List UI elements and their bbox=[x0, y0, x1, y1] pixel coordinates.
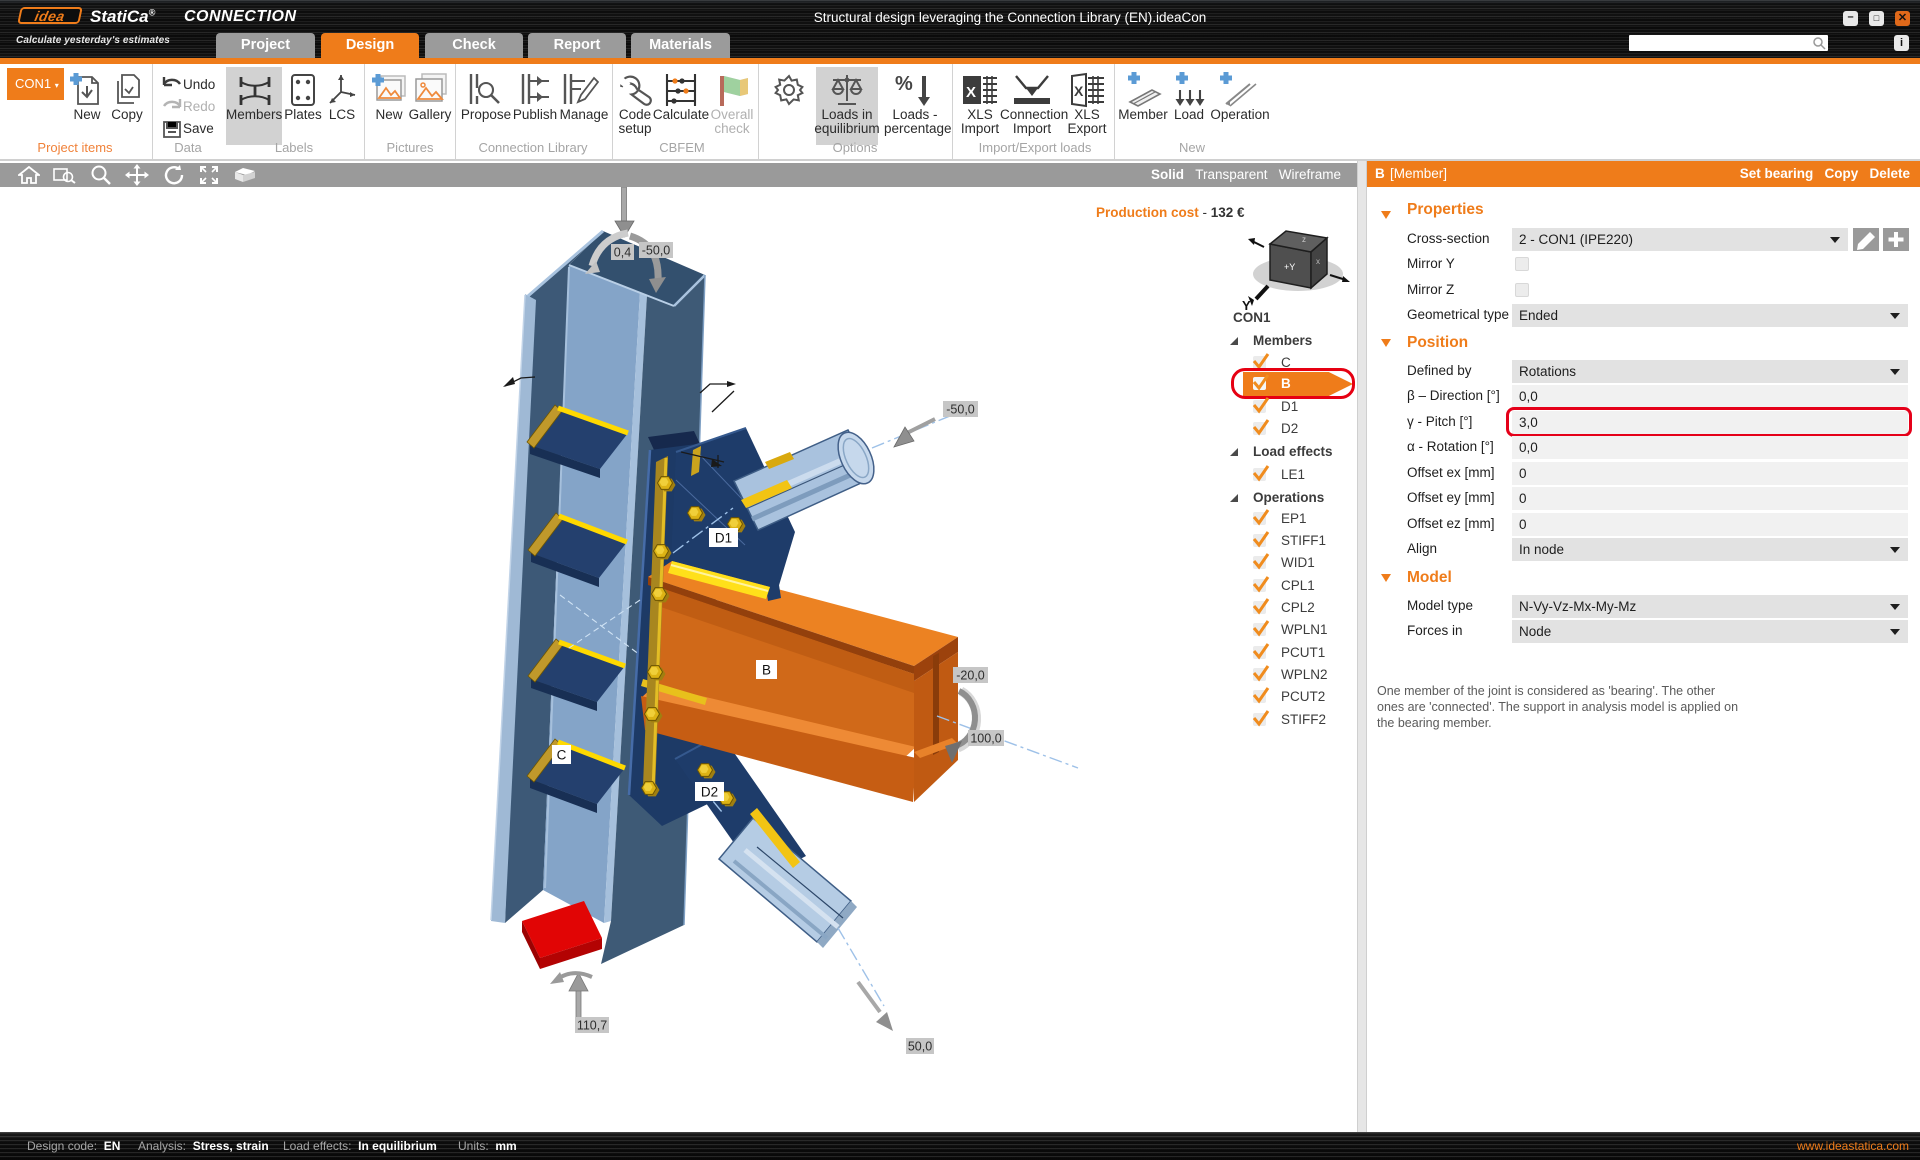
svg-text:%: % bbox=[895, 73, 913, 95]
svg-text:D2: D2 bbox=[701, 785, 718, 800]
svg-text:50,0: 50,0 bbox=[908, 1040, 932, 1054]
svg-text:X: X bbox=[966, 84, 976, 101]
svg-text:z: z bbox=[1302, 235, 1306, 244]
svg-text:X: X bbox=[1074, 83, 1084, 99]
svg-text:0,4: 0,4 bbox=[614, 246, 631, 260]
svg-text:-50,0: -50,0 bbox=[642, 244, 671, 258]
svg-text:x: x bbox=[1316, 257, 1320, 266]
svg-text:B: B bbox=[762, 663, 771, 678]
svg-text:-50,0: -50,0 bbox=[946, 403, 975, 417]
svg-text:+Y: +Y bbox=[1284, 262, 1295, 272]
svg-text:-20,0: -20,0 bbox=[956, 669, 985, 683]
svg-text:C: C bbox=[557, 748, 567, 763]
svg-text:100,0: 100,0 bbox=[970, 732, 1001, 746]
svg-text:110,7: 110,7 bbox=[577, 1019, 607, 1033]
svg-text:D1: D1 bbox=[715, 531, 732, 546]
